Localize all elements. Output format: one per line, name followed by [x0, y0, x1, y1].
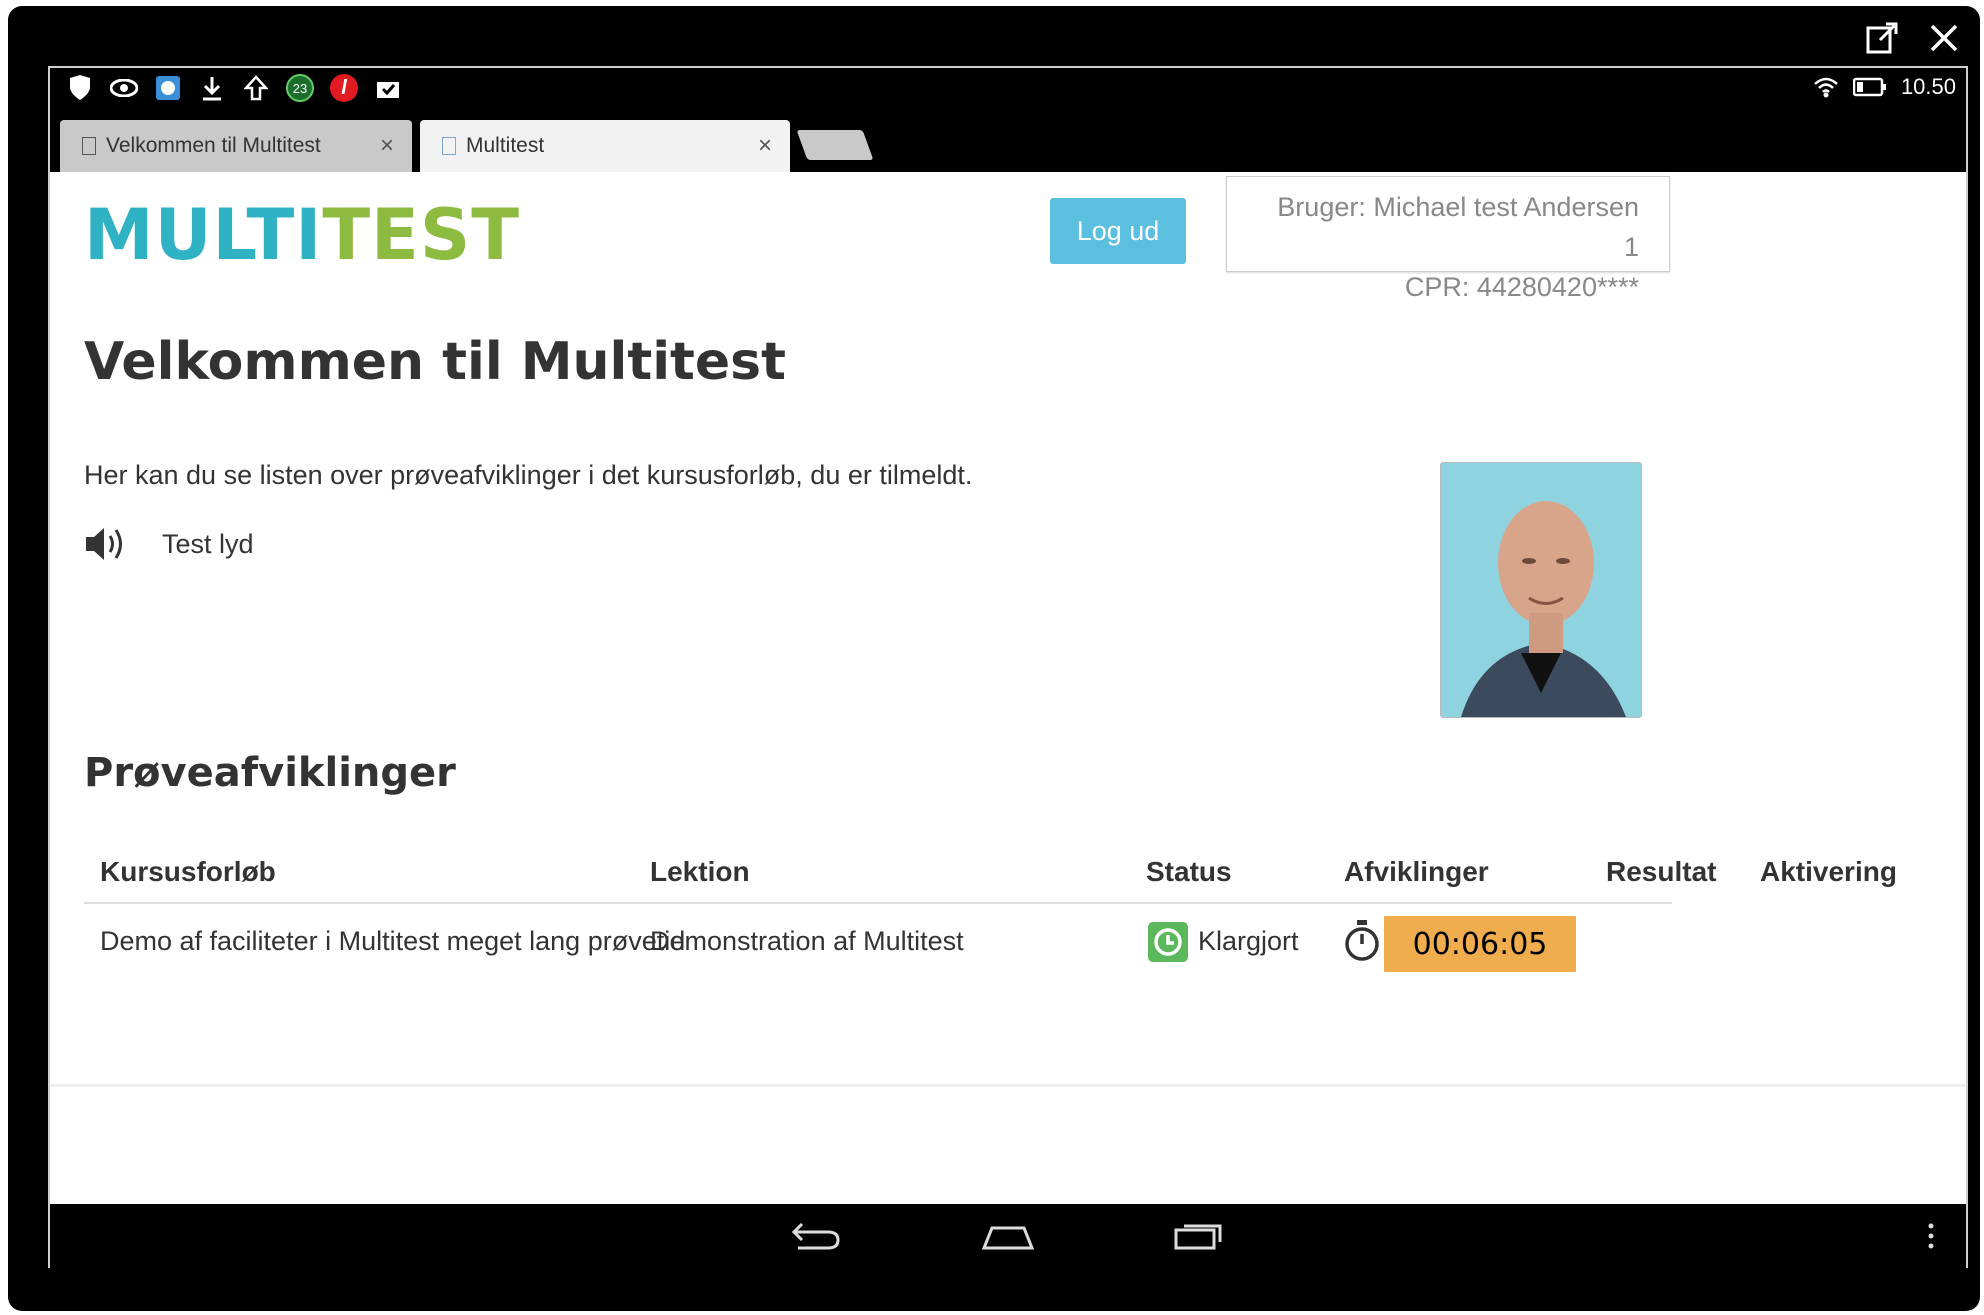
table-header-divider [84, 902, 1672, 904]
app-icon [154, 74, 182, 102]
tab-label: Multitest [466, 134, 545, 157]
user-name: Bruger: Michael test Andersen 1 [1277, 192, 1639, 262]
web-content: MULTITEST Log ud Bruger: Michael test An… [50, 172, 1966, 1204]
eye-icon [110, 74, 138, 102]
stopwatch-icon [1345, 920, 1379, 961]
notification-badge-icon: 23 [286, 74, 314, 102]
recent-apps-icon[interactable] [1170, 1218, 1226, 1254]
column-header-lesson: Lektion [650, 856, 750, 887]
close-icon[interactable] [1926, 20, 1962, 56]
section-title: Prøveafviklinger [84, 750, 456, 796]
tablet-frame: 23 l 10.50 Velkommen til Multitest × Mul… [8, 6, 1980, 1311]
column-header-course: Kursusforløb [100, 856, 276, 887]
column-header-runs: Afviklinger [1344, 856, 1489, 887]
document-icon [82, 137, 96, 155]
logout-button[interactable]: Log ud [1050, 198, 1186, 264]
device-screen: 23 l 10.50 Velkommen til Multitest × Mul… [48, 66, 1968, 1268]
new-tab-button[interactable] [796, 130, 874, 160]
logo-text-part1: MULTI [84, 194, 323, 276]
overflow-menu-icon[interactable] [1926, 1218, 1936, 1254]
tab-close-icon[interactable]: × [380, 132, 394, 160]
clock-status-icon [1148, 922, 1188, 962]
user-photo [1440, 462, 1642, 718]
logo-text-part2: TEST [322, 194, 521, 276]
content-divider [50, 1084, 1966, 1087]
user-cpr: CPR: 44280420**** [1404, 272, 1639, 302]
android-nav-bar [50, 1204, 1966, 1268]
briefcase-check-icon [374, 74, 402, 102]
red-app-icon: l [330, 74, 358, 102]
speaker-icon [86, 528, 122, 560]
page-title: Velkommen til Multitest [84, 332, 786, 392]
notification-count: 23 [292, 80, 308, 96]
battery-icon [1852, 77, 1886, 97]
shield-icon [66, 74, 94, 102]
back-icon[interactable] [790, 1218, 842, 1254]
cell-course: Demo af faciliteter i Multitest meget la… [100, 926, 686, 956]
countdown-timer: 00:06:05 [1384, 916, 1576, 972]
user-info-box: Bruger: Michael test Andersen 1 CPR: 442… [1226, 176, 1670, 302]
test-sound-link[interactable]: Test lyd [84, 524, 254, 564]
popout-icon[interactable] [1864, 20, 1900, 56]
upload-icon [242, 74, 270, 102]
download-icon [198, 74, 226, 102]
cell-status: Klargjort [1198, 926, 1299, 956]
document-icon [442, 137, 456, 155]
android-status-bar: 23 l 10.50 [50, 68, 1966, 110]
intro-text: Her kan du se listen over prøveafvikling… [84, 460, 973, 490]
clock: 10.50 [1900, 74, 1956, 99]
wifi-icon [1814, 77, 1838, 98]
tab-label: Velkommen til Multitest [106, 134, 321, 157]
window-controls [1864, 20, 1962, 56]
column-header-activation: Aktivering [1760, 856, 1897, 887]
home-icon[interactable] [980, 1218, 1036, 1254]
tab-close-icon[interactable]: × [758, 132, 772, 160]
tab-multitest[interactable]: Multitest × [420, 120, 790, 172]
cell-lesson: Demonstration af Multitest [650, 926, 964, 956]
browser-tab-bar: Velkommen til Multitest × Multitest × [50, 110, 1966, 172]
column-header-status: Status [1146, 856, 1232, 887]
column-header-result: Resultat [1606, 856, 1717, 887]
multitest-logo: MULTITEST [84, 194, 520, 276]
test-sound-label: Test lyd [162, 528, 254, 559]
tab-velkommen[interactable]: Velkommen til Multitest × [60, 120, 412, 172]
